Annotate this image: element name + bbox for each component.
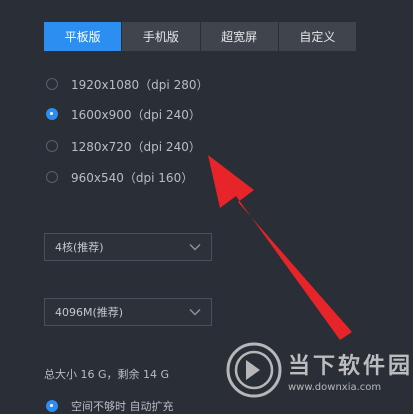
radio-button[interactable] bbox=[46, 140, 58, 152]
resolution-option-1920[interactable]: 1920x1080（dpi 280） bbox=[46, 74, 208, 94]
watermark: 当下软件园 www.downxia.com bbox=[226, 342, 413, 398]
tab-ultrawide[interactable]: 超宽屏 bbox=[201, 22, 279, 51]
watermark-url: www.downxia.com bbox=[288, 381, 382, 393]
cpu-select[interactable]: 4核(推荐) bbox=[44, 233, 212, 261]
tab-phone[interactable]: 手机版 bbox=[122, 22, 201, 51]
radio-button[interactable] bbox=[46, 171, 58, 183]
memory-select-value: 4096M(推荐) bbox=[55, 306, 124, 319]
resolution-label: 1600x900（dpi 240） bbox=[71, 107, 201, 122]
downxia-logo-icon bbox=[226, 342, 282, 398]
resolution-label: 1920x1080（dpi 280） bbox=[71, 77, 209, 92]
resolution-option-960[interactable]: 960x540（dpi 160） bbox=[46, 167, 193, 187]
mode-tabs: 平板版 手机版 超宽屏 自定义 bbox=[44, 22, 356, 51]
resolution-option-1600[interactable]: 1600x900（dpi 240） bbox=[46, 104, 201, 124]
watermark-name: 当下软件园 bbox=[288, 353, 413, 379]
radio-button-checked[interactable] bbox=[46, 108, 58, 120]
storage-summary: 总大小 16 G，剩余 14 G bbox=[44, 368, 170, 381]
memory-select[interactable]: 4096M(推荐) bbox=[44, 298, 212, 326]
tab-custom[interactable]: 自定义 bbox=[279, 22, 356, 51]
chevron-down-icon bbox=[189, 308, 201, 316]
resolution-label: 960x540（dpi 160） bbox=[71, 170, 194, 185]
radio-button[interactable] bbox=[46, 78, 58, 90]
tab-tablet[interactable]: 平板版 bbox=[44, 22, 123, 51]
chevron-down-icon bbox=[189, 243, 201, 251]
radio-button-checked[interactable] bbox=[46, 400, 58, 412]
cpu-select-value: 4核(推荐) bbox=[55, 241, 104, 254]
resolution-option-1280[interactable]: 1280x720（dpi 240） bbox=[46, 136, 201, 156]
resolution-label: 1280x720（dpi 240） bbox=[71, 139, 201, 154]
